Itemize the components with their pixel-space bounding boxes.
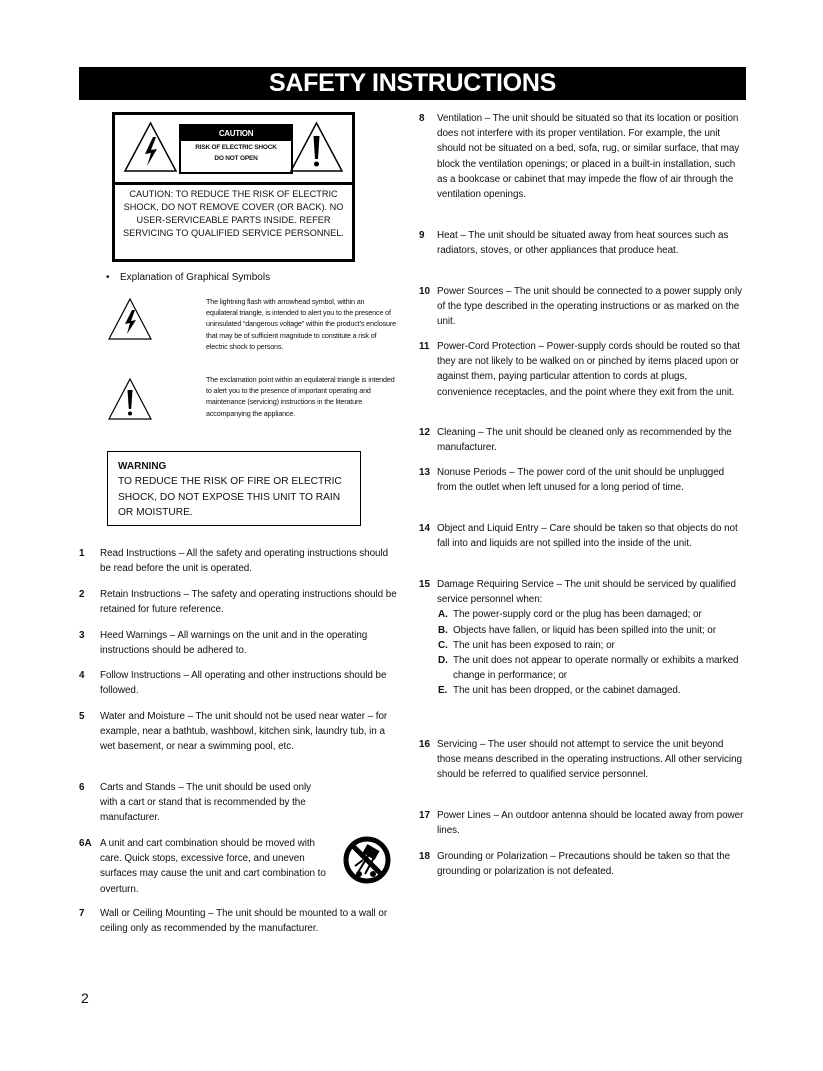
item-number: 9	[419, 230, 425, 241]
instruction-item: 9 Heat – The unit should be situated awa…	[419, 228, 744, 258]
caution-label-header: CAUTION RISK OF ELECTRIC SHOCK DO NOT OP…	[115, 115, 352, 185]
item-text: Damage Requiring Service – The unit shou…	[437, 579, 736, 606]
sub-list-item: C. The unit has been exposed to rain; or	[438, 638, 744, 653]
damage-conditions-list: A. The power-supply cord or the plug has …	[419, 607, 744, 698]
instruction-item: 10 Power Sources – The unit should be co…	[419, 284, 744, 330]
instruction-item: 3 Heed Warnings – All warnings on the un…	[79, 628, 399, 658]
instruction-item: 1 Read Instructions – All the safety and…	[79, 546, 399, 576]
warning-box: WARNING TO REDUCE THE RISK OF FIRE OR EL…	[107, 451, 361, 526]
lightning-triangle-icon	[123, 121, 178, 172]
exclamation-triangle-icon	[289, 121, 344, 172]
sub-item-text: The power-supply cord or the plug has be…	[453, 609, 702, 621]
item-number: 6A	[79, 838, 92, 849]
item-number: 16	[419, 739, 430, 750]
item-number: 17	[419, 810, 430, 821]
item-text: Power-Cord Protection – Power-supply cor…	[437, 341, 740, 398]
item-number: 1	[79, 548, 85, 559]
instruction-item: 4 Follow Instructions – All operating an…	[79, 668, 399, 698]
sub-list-item: D. The unit does not appear to operate no…	[438, 653, 744, 683]
item-text: Heed Warnings – All warnings on the unit…	[100, 630, 368, 657]
item-text: Object and Liquid Entry – Care should be…	[437, 523, 738, 550]
item-text: Carts and Stands – The unit should be us…	[100, 782, 312, 824]
instruction-item: 12 Cleaning – The unit should be cleaned…	[419, 425, 744, 455]
item-text: Nonuse Periods – The power cord of the u…	[437, 467, 725, 494]
item-text: Ventilation – The unit should be situate…	[437, 113, 740, 201]
item-number: 15	[419, 579, 430, 590]
item-number: 6	[79, 782, 85, 793]
lightning-triangle-icon	[108, 298, 152, 340]
caution-badge: CAUTION RISK OF ELECTRIC SHOCK DO NOT OP…	[179, 124, 293, 174]
exclamation-symbol-explanation: The exclamation point within an equilate…	[206, 375, 395, 418]
item-text: Retain Instructions – The safety and ope…	[100, 589, 397, 616]
instruction-item: 17 Power Lines – An outdoor antenna shou…	[419, 808, 744, 838]
item-number: 3	[79, 630, 85, 641]
warning-title: WARNING	[118, 461, 167, 472]
item-number: 11	[419, 341, 430, 352]
cart-tip-over-warning-icon	[343, 836, 391, 884]
symbols-heading-text: Explanation of Graphical Symbols	[120, 272, 271, 283]
lightning-symbol-explanation: The lightning flash with arrowhead symbo…	[206, 297, 396, 351]
item-number: 13	[419, 467, 430, 478]
item-number: 5	[79, 711, 85, 722]
item-text: Servicing – The user should not attempt …	[437, 739, 742, 781]
item-number: 7	[79, 908, 85, 919]
item-number: 10	[419, 286, 430, 297]
instruction-item: 8 Ventilation – The unit should be situa…	[419, 111, 744, 202]
sub-item-letter: E.	[438, 685, 448, 697]
item-number: 2	[79, 589, 85, 600]
symbols-heading: • Explanation of Graphical Symbols	[106, 272, 270, 283]
sub-list-item: E. The unit has been dropped, or the cabi…	[438, 683, 744, 698]
item-number: 4	[79, 670, 85, 681]
item-number: 14	[419, 523, 430, 534]
instruction-item: 16 Servicing – The user should not attem…	[419, 737, 744, 783]
caution-sub-line-1: RISK OF ELECTRIC SHOCK	[195, 144, 277, 151]
caution-sub-line-2: DO NOT OPEN	[214, 155, 258, 162]
item-text: Read Instructions – All the safety and o…	[100, 548, 389, 575]
sub-item-text: Objects have fallen, or liquid has been …	[453, 624, 716, 636]
bullet: •	[106, 272, 110, 283]
caution-heading: CAUTION	[181, 126, 291, 141]
sub-item-letter: D.	[438, 655, 448, 667]
item-text: Heat – The unit should be situated away …	[437, 230, 729, 257]
sub-item-letter: A.	[438, 609, 448, 621]
sub-item-text: The unit has been dropped, or the cabine…	[453, 685, 681, 697]
instruction-item: 7 Wall or Ceiling Mounting – The unit sh…	[79, 906, 399, 936]
sub-list-item: B. Objects have fallen, or liquid has bee…	[438, 623, 744, 638]
item-text: Follow Instructions – All operating and …	[100, 670, 387, 697]
sub-item-text: The unit has been exposed to rain; or	[453, 639, 615, 651]
instruction-item: 18 Grounding or Polarization – Precautio…	[419, 849, 744, 879]
page-title: SAFETY INSTRUCTIONS	[79, 67, 746, 100]
item-text: Cleaning – The unit should be cleaned on…	[437, 427, 732, 454]
sub-item-letter: B.	[438, 624, 448, 636]
item-text: Grounding or Polarization – Precautions …	[437, 851, 731, 878]
caution-text: CAUTION: TO REDUCE THE RISK OF ELECTRIC …	[123, 189, 344, 238]
instruction-item: 15 Damage Requiring Service – The unit s…	[419, 577, 744, 699]
caution-label: CAUTION RISK OF ELECTRIC SHOCK DO NOT OP…	[112, 112, 355, 262]
warning-text: TO REDUCE THE RISK OF FIRE OR ELECTRIC S…	[118, 476, 342, 518]
item-number: 12	[419, 427, 430, 438]
item-text: Water and Moisture – The unit should not…	[100, 711, 388, 753]
sub-list-item: A. The power-supply cord or the plug has …	[438, 607, 744, 622]
item-text: Power Lines – An outdoor antenna should …	[437, 810, 744, 837]
sub-item-letter: C.	[438, 639, 448, 651]
instruction-item: 6 Carts and Stands – The unit should be …	[79, 780, 399, 826]
instruction-item: 11 Power-Cord Protection – Power-supply …	[419, 339, 744, 400]
instruction-item: 2 Retain Instructions – The safety and o…	[79, 587, 399, 617]
instruction-item: 5 Water and Moisture – The unit should n…	[79, 709, 399, 755]
sub-item-text: The unit does not appear to operate norm…	[453, 655, 739, 682]
item-number: 18	[419, 851, 430, 862]
item-number: 8	[419, 113, 425, 124]
instruction-item: 14 Object and Liquid Entry – Care should…	[419, 521, 744, 551]
page-number: 2	[81, 990, 89, 1006]
item-text: Wall or Ceiling Mounting – The unit shou…	[100, 908, 388, 935]
item-text: Power Sources – The unit should be conne…	[437, 286, 742, 328]
instruction-item: 13 Nonuse Periods – The power cord of th…	[419, 465, 744, 495]
exclamation-triangle-icon	[108, 378, 152, 420]
